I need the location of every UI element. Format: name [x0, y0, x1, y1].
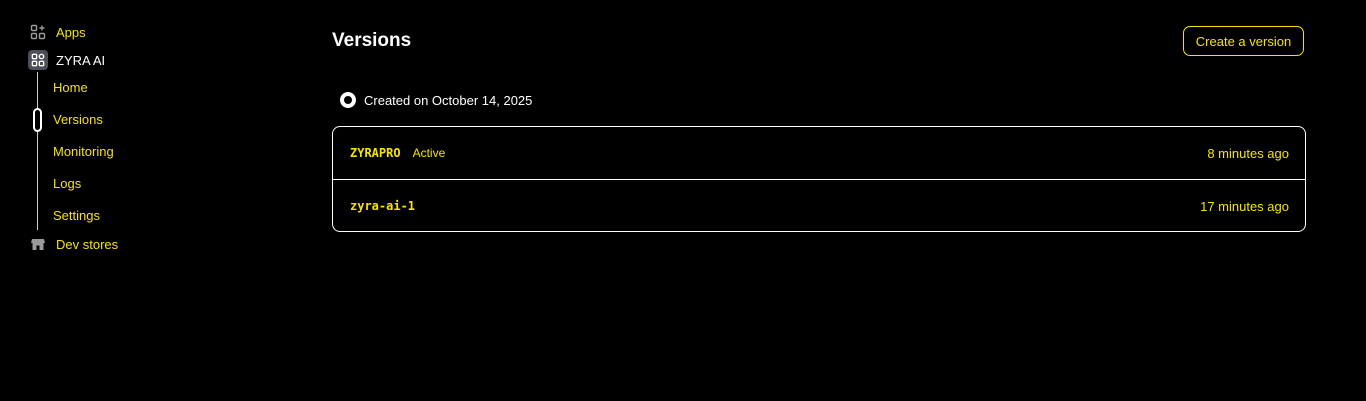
versions-list: ZYRAPRO Active 8 minutes ago zyra-ai-1 1… [332, 126, 1306, 232]
sidebar-item-label: Dev stores [56, 236, 119, 252]
create-version-button[interactable]: Create a version [1183, 26, 1304, 56]
sidebar-item-home[interactable]: Home [53, 80, 88, 96]
sidebar-item-app[interactable]: ZYRA AI [28, 50, 105, 70]
page-title: Versions [332, 30, 412, 51]
app-name-label: ZYRA AI [56, 52, 106, 68]
sidebar-item-dev-stores[interactable]: Dev stores [28, 234, 118, 254]
created-date-label: Created on October 14, 2025 [364, 92, 533, 108]
timeline-dot-icon [340, 92, 356, 108]
sidebar-item-versions[interactable]: Versions [53, 112, 103, 128]
status-badge: Active [412, 146, 446, 160]
version-row[interactable]: zyra-ai-1 17 minutes ago [333, 180, 1305, 231]
sidebar-item-logs[interactable]: Logs [53, 176, 81, 192]
sidebar-item-label: Apps [56, 24, 86, 40]
app-icon [28, 50, 48, 70]
created-info: Created on October 14, 2025 [340, 92, 532, 108]
nav-tree-line [37, 72, 38, 230]
version-timestamp: 17 minutes ago [1200, 198, 1289, 214]
version-name[interactable]: ZYRAPRO [350, 146, 401, 160]
sidebar-item-monitoring[interactable]: Monitoring [53, 144, 114, 160]
sidebar: Apps ZYRA AI Home Versions Monitoring Lo… [0, 0, 300, 401]
version-name[interactable]: zyra-ai-1 [350, 199, 415, 213]
version-timestamp: 8 minutes ago [1207, 145, 1289, 161]
store-icon [28, 234, 48, 254]
active-item-indicator [33, 108, 42, 132]
sidebar-item-settings[interactable]: Settings [53, 208, 100, 224]
sidebar-item-apps[interactable]: Apps [28, 22, 86, 42]
version-row[interactable]: ZYRAPRO Active 8 minutes ago [333, 127, 1305, 180]
apps-grid-icon [28, 22, 48, 42]
